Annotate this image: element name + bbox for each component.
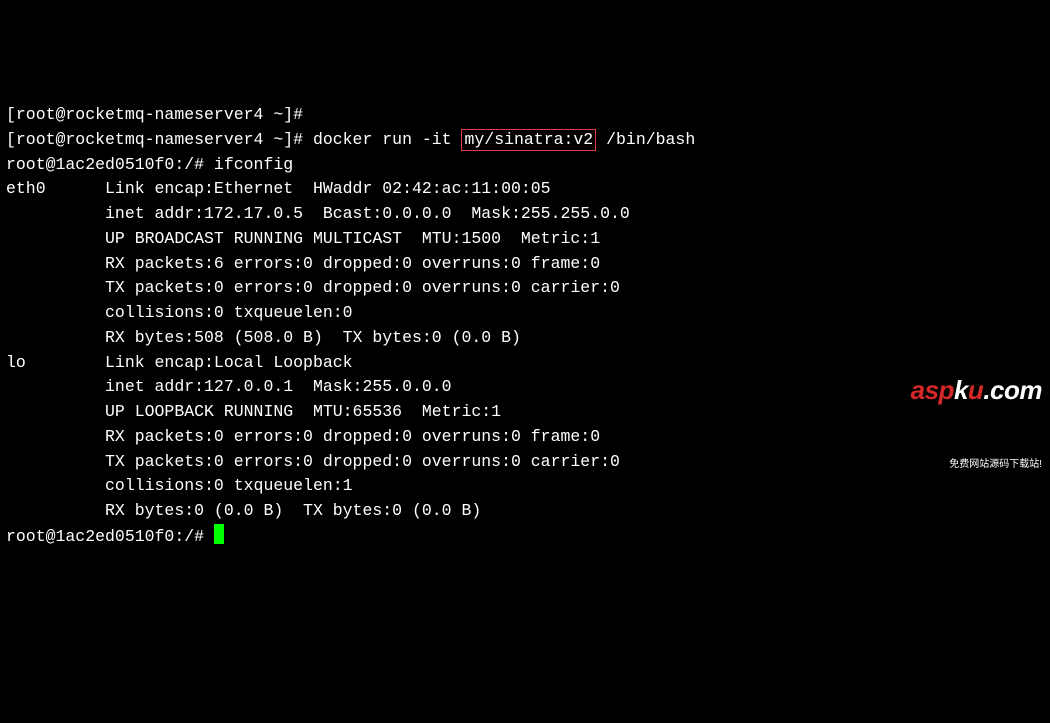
- final-prompt-text: root@1ac2ed0510f0:/#: [6, 527, 214, 546]
- cursor-icon[interactable]: [214, 524, 224, 544]
- prompt-line-1: [root@rocketmq-nameserver4 ~]#: [6, 103, 1044, 128]
- brand-white-2: u: [968, 375, 983, 405]
- ifconfig-command: root@1ac2ed0510f0:/# ifconfig: [6, 153, 1044, 178]
- terminal-output[interactable]: [root@rocketmq-nameserver4 ~]# [root@rock…: [6, 103, 1044, 550]
- eth0-collisions: collisions:0 txqueuelen:0: [6, 301, 1044, 326]
- watermark-brand: aspku.com: [911, 371, 1042, 410]
- eth0-tx-packets: TX packets:0 errors:0 dropped:0 overruns…: [6, 276, 1044, 301]
- eth0-flags: UP BROADCAST RUNNING MULTICAST MTU:1500 …: [6, 227, 1044, 252]
- eth0-header: eth0 Link encap:Ethernet HWaddr 02:42:ac…: [6, 177, 1044, 202]
- docker-run-command: [root@rocketmq-nameserver4 ~]# docker ru…: [6, 128, 1044, 153]
- brand-suffix: .com: [983, 375, 1042, 405]
- lo-tx-packets: TX packets:0 errors:0 dropped:0 overruns…: [6, 450, 1044, 475]
- lo-collisions: collisions:0 txqueuelen:1: [6, 474, 1044, 499]
- lo-bytes: RX bytes:0 (0.0 B) TX bytes:0 (0.0 B): [6, 499, 1044, 524]
- watermark: aspku.com 免费网站源码下载站!: [911, 321, 1042, 497]
- image-name-highlight: my/sinatra:v2: [461, 129, 596, 151]
- eth0-inet: inet addr:172.17.0.5 Bcast:0.0.0.0 Mask:…: [6, 202, 1044, 227]
- lo-inet: inet addr:127.0.0.1 Mask:255.0.0.0: [6, 375, 1044, 400]
- prompt-line-final: root@1ac2ed0510f0:/#: [6, 524, 1044, 550]
- watermark-tagline: 免费网站源码下载站!: [911, 457, 1042, 472]
- command-prefix: [root@rocketmq-nameserver4 ~]# docker ru…: [6, 130, 461, 149]
- lo-flags: UP LOOPBACK RUNNING MTU:65536 Metric:1: [6, 400, 1044, 425]
- brand-red: asp: [911, 375, 954, 405]
- eth0-bytes: RX bytes:508 (508.0 B) TX bytes:0 (0.0 B…: [6, 326, 1044, 351]
- lo-header: lo Link encap:Local Loopback: [6, 351, 1044, 376]
- brand-white-1: k: [954, 375, 968, 405]
- lo-rx-packets: RX packets:0 errors:0 dropped:0 overruns…: [6, 425, 1044, 450]
- command-suffix: /bin/bash: [596, 130, 695, 149]
- eth0-rx-packets: RX packets:6 errors:0 dropped:0 overruns…: [6, 252, 1044, 277]
